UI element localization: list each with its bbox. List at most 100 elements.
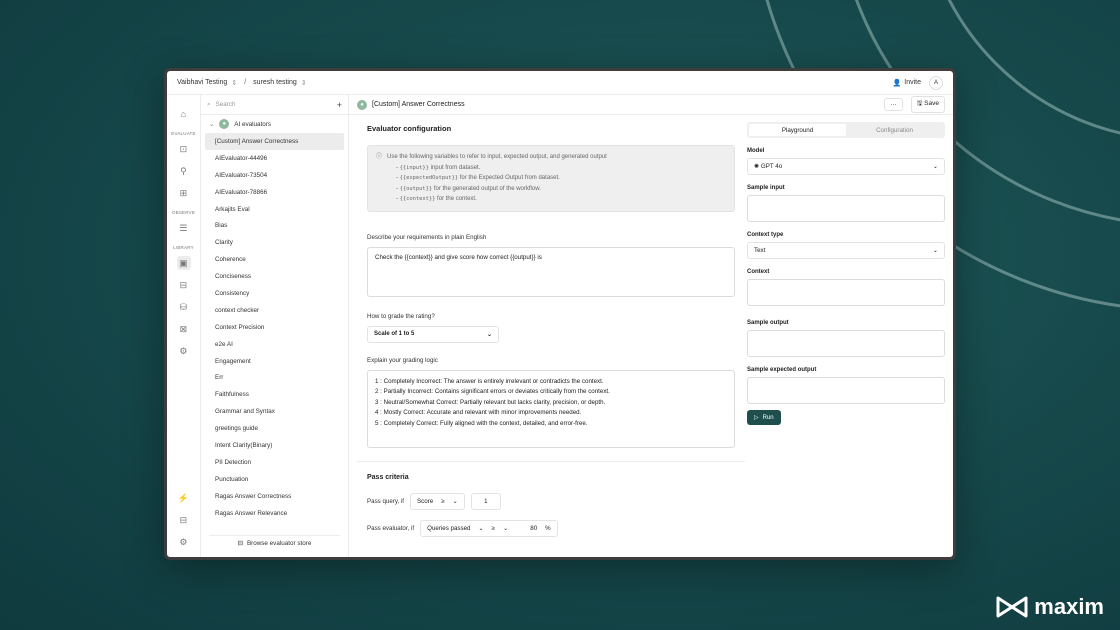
pass-evaluator-label: Pass evaluator, if [367,525,415,532]
var-row: - {{expectedOutput}} for the Expected Ou… [396,175,560,181]
search-icon: ⌕ [207,100,211,108]
workspace-selector[interactable]: Vaibhavi Testing ⇕ [177,79,237,87]
run-button[interactable]: ▷ Run [747,410,781,425]
evaluator-list-item[interactable]: Bias [201,217,348,234]
save-button[interactable]: 🖫 Save [910,96,945,113]
var-row: - {{input}} input from dataset. [396,164,481,171]
context-type-label: Context type [747,232,784,238]
evaluator-list-item[interactable]: Grammar and Syntax [201,403,348,420]
evaluator-list-item[interactable]: Consistency [201,285,348,302]
project-name: suresh testing [253,79,297,86]
settings-cog-icon[interactable]: ⚙ [177,344,191,358]
query-field-select[interactable]: Score ≥ ⌄ [410,493,465,510]
requirements-label: Describe your requirements in plain Engl… [367,233,487,241]
rail-label-observe: OBSERVE [171,210,196,215]
rail-label-library: LIBRARY [173,245,194,250]
tab-configuration[interactable]: Configuration [846,124,943,136]
eval-field-select[interactable]: Queries passed ⌄ ≥ ⌄ 80 % [420,520,558,537]
avatar[interactable]: A [929,75,943,90]
prompt-icon[interactable]: ⊞ [177,186,191,200]
sample-input-field[interactable] [747,195,945,222]
evaluator-list-item[interactable]: Err [201,369,348,386]
tab-playground[interactable]: Playground [749,124,846,136]
more-options-button[interactable]: ··· [884,98,903,111]
workflow-icon[interactable]: ⚲ [177,164,191,178]
sample-output-field[interactable] [747,330,945,357]
evaluator-list-item[interactable]: AIEvaluator-78866 [201,184,348,201]
home-icon[interactable]: ⌂ [177,107,191,121]
openai-icon: ✺ [754,163,760,170]
evaluator-list-item[interactable]: Arkajits Eval [201,201,348,218]
run-label: Run [762,414,774,421]
search-bar[interactable]: ⌕ Search + [201,95,348,115]
evaluator-configuration: Evaluator configuration ⓘ Use the follow… [357,115,745,557]
evaluator-list-item[interactable]: AIEvaluator-73504 [201,167,348,184]
info-icon: ⓘ [376,154,383,160]
context-type-value: Text [754,247,766,254]
evaluator-list-item[interactable]: [Custom] Answer Correctness [205,133,344,150]
evaluator-list-item[interactable]: Ragas Answer Relevance [201,505,348,522]
updown-chevron-icon: ⇕ [300,79,307,87]
var-desc: for the context. [437,196,477,202]
browse-label: Browse evaluator store [246,540,312,547]
folder-icon: ● [219,119,230,129]
datasets-icon[interactable]: ⊟ [177,278,191,292]
add-evaluator-icon[interactable]: + [337,100,342,110]
sample-expected-label: Sample expected output [747,367,817,373]
tools-icon[interactable]: ⊠ [177,322,191,336]
eval-unit: % [545,525,551,532]
evaluators-icon[interactable]: ▣ [176,256,191,270]
sample-input-label: Sample input [747,185,785,191]
logic-line: 3 : Neutral/Somewhat Correct: Partially … [375,398,606,406]
query-value: 1 [484,498,488,505]
grading-logic-textarea[interactable]: 1 : Completely Incorrect: The answer is … [367,369,735,448]
grade-value: Scale of 1 to 5 [374,330,415,337]
sample-expected-output-field[interactable] [747,377,945,404]
query-value-input[interactable]: 1 [470,493,501,510]
context-type-select[interactable]: Text ⌄ [747,242,945,259]
workspace-name: Vaibhavi Testing [177,79,228,86]
evaluator-list-item[interactable]: Conciseness [201,268,348,285]
evaluator-list-item[interactable]: Context Precision [201,319,348,336]
maxim-logo-icon [996,596,1028,618]
browse-evaluator-store-button[interactable]: ⊟ Browse evaluator store [209,535,340,551]
main-panel: ● [Custom] Answer Correctness ··· 🖫 Save… [349,95,953,557]
search-input[interactable]: Search [216,101,236,108]
lightning-icon[interactable]: ⚡ [177,491,191,505]
evaluator-list-item[interactable]: Clarity [201,234,348,251]
evaluator-list-item[interactable]: Intent Clarity(Binary) [201,437,348,454]
chevron-down-icon: ⌄ [478,525,484,532]
pass-query-label: Pass query, if [367,498,405,505]
pass-criteria: Pass criteria Pass query, if Score ≥ ⌄ 1 [357,461,745,557]
logic-line: 5 : Completely Correct: Fully aligned wi… [375,419,588,427]
settings-icon[interactable]: ⚙ [177,535,191,549]
model-value: GPT 4o [760,163,783,170]
folder-name: AI evaluators [234,120,272,128]
evaluator-list-item[interactable]: Ragas Answer Correctness [201,488,348,505]
evaluator-list-item[interactable]: AIEvaluator-44496 [201,150,348,167]
requirements-textarea[interactable]: Check the {{context}} and give score how… [367,246,735,297]
query-operator: ≥ [441,498,445,505]
evaluator-header: ● [Custom] Answer Correctness ··· 🖫 Save [349,95,953,115]
evaluator-list-item[interactable]: Faithfulness [201,386,348,403]
play-icon: ▷ [754,415,759,421]
grade-scale-select[interactable]: Scale of 1 to 5 ⌄ [367,325,499,343]
docs-icon[interactable]: ⊟ [177,513,191,527]
folder-ai-evaluators[interactable]: ⌄ ● AI evaluators [201,115,348,133]
evaluator-list-item[interactable]: Punctuation [201,471,348,488]
chevron-down-icon: ⌄ [452,498,458,505]
context-field[interactable] [747,279,945,306]
evaluator-list-item[interactable]: PII Detection [201,454,348,471]
evaluator-list-item[interactable]: e2e AI [201,336,348,353]
evaluator-list-item[interactable]: Engagement [201,353,348,370]
test-runs-icon[interactable]: ⊡ [177,142,191,156]
pass-query-row: Pass query, if Score ≥ ⌄ 1 [367,493,735,510]
evaluator-list-item[interactable]: greetings guide [201,420,348,437]
evaluator-list-item[interactable]: context checker [201,302,348,319]
model-select[interactable]: ✺ GPT 4o ⌄ [747,158,945,175]
project-selector[interactable]: suresh testing ⇕ [253,79,306,87]
evaluator-list-item[interactable]: Coherence [201,251,348,268]
database-icon[interactable]: ⛁ [177,300,191,314]
invite-button[interactable]: 👤 Invite [893,79,921,87]
logs-icon[interactable]: ☰ [177,221,191,235]
